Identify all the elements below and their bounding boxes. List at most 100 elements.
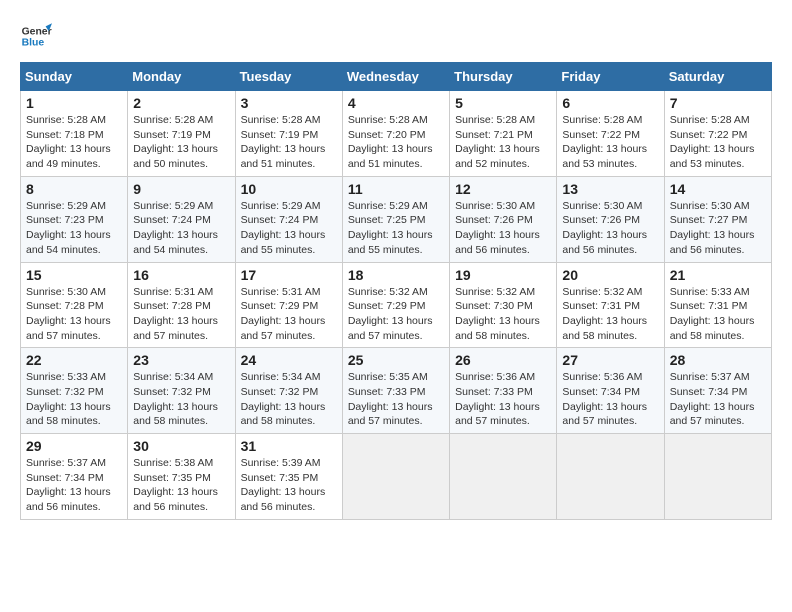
day-number: 3 bbox=[241, 95, 337, 111]
calendar-cell: 8 Sunrise: 5:29 AMSunset: 7:23 PMDayligh… bbox=[21, 176, 128, 262]
day-number: 26 bbox=[455, 352, 551, 368]
calendar-cell bbox=[664, 434, 771, 520]
day-detail: Sunrise: 5:28 AMSunset: 7:22 PMDaylight:… bbox=[562, 114, 647, 170]
calendar-cell: 2 Sunrise: 5:28 AMSunset: 7:19 PMDayligh… bbox=[128, 91, 235, 177]
col-sunday: Sunday bbox=[21, 63, 128, 91]
calendar-cell: 22 Sunrise: 5:33 AMSunset: 7:32 PMDaylig… bbox=[21, 348, 128, 434]
day-detail: Sunrise: 5:36 AMSunset: 7:33 PMDaylight:… bbox=[455, 371, 540, 427]
day-detail: Sunrise: 5:31 AMSunset: 7:29 PMDaylight:… bbox=[241, 286, 326, 342]
calendar-week-3: 15 Sunrise: 5:30 AMSunset: 7:28 PMDaylig… bbox=[21, 262, 772, 348]
header-row: Sunday Monday Tuesday Wednesday Thursday… bbox=[21, 63, 772, 91]
day-detail: Sunrise: 5:33 AMSunset: 7:31 PMDaylight:… bbox=[670, 286, 755, 342]
day-detail: Sunrise: 5:29 AMSunset: 7:25 PMDaylight:… bbox=[348, 200, 433, 256]
calendar-cell: 14 Sunrise: 5:30 AMSunset: 7:27 PMDaylig… bbox=[664, 176, 771, 262]
day-detail: Sunrise: 5:28 AMSunset: 7:20 PMDaylight:… bbox=[348, 114, 433, 170]
day-detail: Sunrise: 5:38 AMSunset: 7:35 PMDaylight:… bbox=[133, 457, 218, 513]
day-detail: Sunrise: 5:37 AMSunset: 7:34 PMDaylight:… bbox=[670, 371, 755, 427]
day-detail: Sunrise: 5:30 AMSunset: 7:27 PMDaylight:… bbox=[670, 200, 755, 256]
day-detail: Sunrise: 5:32 AMSunset: 7:30 PMDaylight:… bbox=[455, 286, 540, 342]
day-number: 19 bbox=[455, 267, 551, 283]
day-detail: Sunrise: 5:28 AMSunset: 7:21 PMDaylight:… bbox=[455, 114, 540, 170]
calendar-cell: 1 Sunrise: 5:28 AMSunset: 7:18 PMDayligh… bbox=[21, 91, 128, 177]
day-detail: Sunrise: 5:32 AMSunset: 7:29 PMDaylight:… bbox=[348, 286, 433, 342]
day-detail: Sunrise: 5:34 AMSunset: 7:32 PMDaylight:… bbox=[133, 371, 218, 427]
day-number: 29 bbox=[26, 438, 122, 454]
calendar-cell: 16 Sunrise: 5:31 AMSunset: 7:28 PMDaylig… bbox=[128, 262, 235, 348]
calendar-cell: 12 Sunrise: 5:30 AMSunset: 7:26 PMDaylig… bbox=[450, 176, 557, 262]
day-number: 9 bbox=[133, 181, 229, 197]
day-number: 25 bbox=[348, 352, 444, 368]
day-detail: Sunrise: 5:36 AMSunset: 7:34 PMDaylight:… bbox=[562, 371, 647, 427]
day-detail: Sunrise: 5:29 AMSunset: 7:24 PMDaylight:… bbox=[133, 200, 218, 256]
day-number: 1 bbox=[26, 95, 122, 111]
day-detail: Sunrise: 5:30 AMSunset: 7:26 PMDaylight:… bbox=[562, 200, 647, 256]
day-detail: Sunrise: 5:28 AMSunset: 7:18 PMDaylight:… bbox=[26, 114, 111, 170]
calendar-cell: 31 Sunrise: 5:39 AMSunset: 7:35 PMDaylig… bbox=[235, 434, 342, 520]
calendar-cell: 21 Sunrise: 5:33 AMSunset: 7:31 PMDaylig… bbox=[664, 262, 771, 348]
day-detail: Sunrise: 5:29 AMSunset: 7:23 PMDaylight:… bbox=[26, 200, 111, 256]
calendar-cell: 5 Sunrise: 5:28 AMSunset: 7:21 PMDayligh… bbox=[450, 91, 557, 177]
header: General Blue bbox=[20, 20, 772, 52]
logo: General Blue bbox=[20, 20, 52, 52]
day-detail: Sunrise: 5:31 AMSunset: 7:28 PMDaylight:… bbox=[133, 286, 218, 342]
calendar-cell: 18 Sunrise: 5:32 AMSunset: 7:29 PMDaylig… bbox=[342, 262, 449, 348]
day-number: 30 bbox=[133, 438, 229, 454]
calendar-cell: 7 Sunrise: 5:28 AMSunset: 7:22 PMDayligh… bbox=[664, 91, 771, 177]
calendar-week-2: 8 Sunrise: 5:29 AMSunset: 7:23 PMDayligh… bbox=[21, 176, 772, 262]
logo-icon: General Blue bbox=[20, 20, 52, 52]
day-number: 4 bbox=[348, 95, 444, 111]
day-number: 31 bbox=[241, 438, 337, 454]
day-detail: Sunrise: 5:33 AMSunset: 7:32 PMDaylight:… bbox=[26, 371, 111, 427]
col-thursday: Thursday bbox=[450, 63, 557, 91]
day-number: 14 bbox=[670, 181, 766, 197]
day-number: 21 bbox=[670, 267, 766, 283]
calendar-cell bbox=[450, 434, 557, 520]
calendar-body: 1 Sunrise: 5:28 AMSunset: 7:18 PMDayligh… bbox=[21, 91, 772, 520]
day-detail: Sunrise: 5:32 AMSunset: 7:31 PMDaylight:… bbox=[562, 286, 647, 342]
calendar-cell: 30 Sunrise: 5:38 AMSunset: 7:35 PMDaylig… bbox=[128, 434, 235, 520]
day-number: 7 bbox=[670, 95, 766, 111]
calendar-week-4: 22 Sunrise: 5:33 AMSunset: 7:32 PMDaylig… bbox=[21, 348, 772, 434]
day-number: 22 bbox=[26, 352, 122, 368]
day-number: 18 bbox=[348, 267, 444, 283]
day-detail: Sunrise: 5:34 AMSunset: 7:32 PMDaylight:… bbox=[241, 371, 326, 427]
calendar-cell: 3 Sunrise: 5:28 AMSunset: 7:19 PMDayligh… bbox=[235, 91, 342, 177]
calendar-cell: 25 Sunrise: 5:35 AMSunset: 7:33 PMDaylig… bbox=[342, 348, 449, 434]
calendar-cell: 9 Sunrise: 5:29 AMSunset: 7:24 PMDayligh… bbox=[128, 176, 235, 262]
day-number: 16 bbox=[133, 267, 229, 283]
day-detail: Sunrise: 5:28 AMSunset: 7:22 PMDaylight:… bbox=[670, 114, 755, 170]
day-number: 17 bbox=[241, 267, 337, 283]
day-number: 27 bbox=[562, 352, 658, 368]
day-number: 5 bbox=[455, 95, 551, 111]
calendar-cell: 26 Sunrise: 5:36 AMSunset: 7:33 PMDaylig… bbox=[450, 348, 557, 434]
calendar-cell: 17 Sunrise: 5:31 AMSunset: 7:29 PMDaylig… bbox=[235, 262, 342, 348]
day-number: 8 bbox=[26, 181, 122, 197]
day-number: 6 bbox=[562, 95, 658, 111]
day-number: 2 bbox=[133, 95, 229, 111]
calendar-cell: 13 Sunrise: 5:30 AMSunset: 7:26 PMDaylig… bbox=[557, 176, 664, 262]
day-detail: Sunrise: 5:29 AMSunset: 7:24 PMDaylight:… bbox=[241, 200, 326, 256]
calendar-cell: 23 Sunrise: 5:34 AMSunset: 7:32 PMDaylig… bbox=[128, 348, 235, 434]
day-detail: Sunrise: 5:30 AMSunset: 7:26 PMDaylight:… bbox=[455, 200, 540, 256]
col-wednesday: Wednesday bbox=[342, 63, 449, 91]
calendar-cell: 11 Sunrise: 5:29 AMSunset: 7:25 PMDaylig… bbox=[342, 176, 449, 262]
day-number: 11 bbox=[348, 181, 444, 197]
calendar-cell: 28 Sunrise: 5:37 AMSunset: 7:34 PMDaylig… bbox=[664, 348, 771, 434]
calendar-week-1: 1 Sunrise: 5:28 AMSunset: 7:18 PMDayligh… bbox=[21, 91, 772, 177]
calendar-cell bbox=[557, 434, 664, 520]
calendar-cell bbox=[342, 434, 449, 520]
calendar-cell: 24 Sunrise: 5:34 AMSunset: 7:32 PMDaylig… bbox=[235, 348, 342, 434]
calendar-cell: 19 Sunrise: 5:32 AMSunset: 7:30 PMDaylig… bbox=[450, 262, 557, 348]
day-number: 23 bbox=[133, 352, 229, 368]
calendar-cell: 27 Sunrise: 5:36 AMSunset: 7:34 PMDaylig… bbox=[557, 348, 664, 434]
calendar-cell: 4 Sunrise: 5:28 AMSunset: 7:20 PMDayligh… bbox=[342, 91, 449, 177]
day-number: 10 bbox=[241, 181, 337, 197]
calendar-cell: 10 Sunrise: 5:29 AMSunset: 7:24 PMDaylig… bbox=[235, 176, 342, 262]
day-detail: Sunrise: 5:28 AMSunset: 7:19 PMDaylight:… bbox=[133, 114, 218, 170]
col-friday: Friday bbox=[557, 63, 664, 91]
col-tuesday: Tuesday bbox=[235, 63, 342, 91]
calendar-week-5: 29 Sunrise: 5:37 AMSunset: 7:34 PMDaylig… bbox=[21, 434, 772, 520]
calendar-cell: 29 Sunrise: 5:37 AMSunset: 7:34 PMDaylig… bbox=[21, 434, 128, 520]
col-monday: Monday bbox=[128, 63, 235, 91]
calendar-cell: 20 Sunrise: 5:32 AMSunset: 7:31 PMDaylig… bbox=[557, 262, 664, 348]
